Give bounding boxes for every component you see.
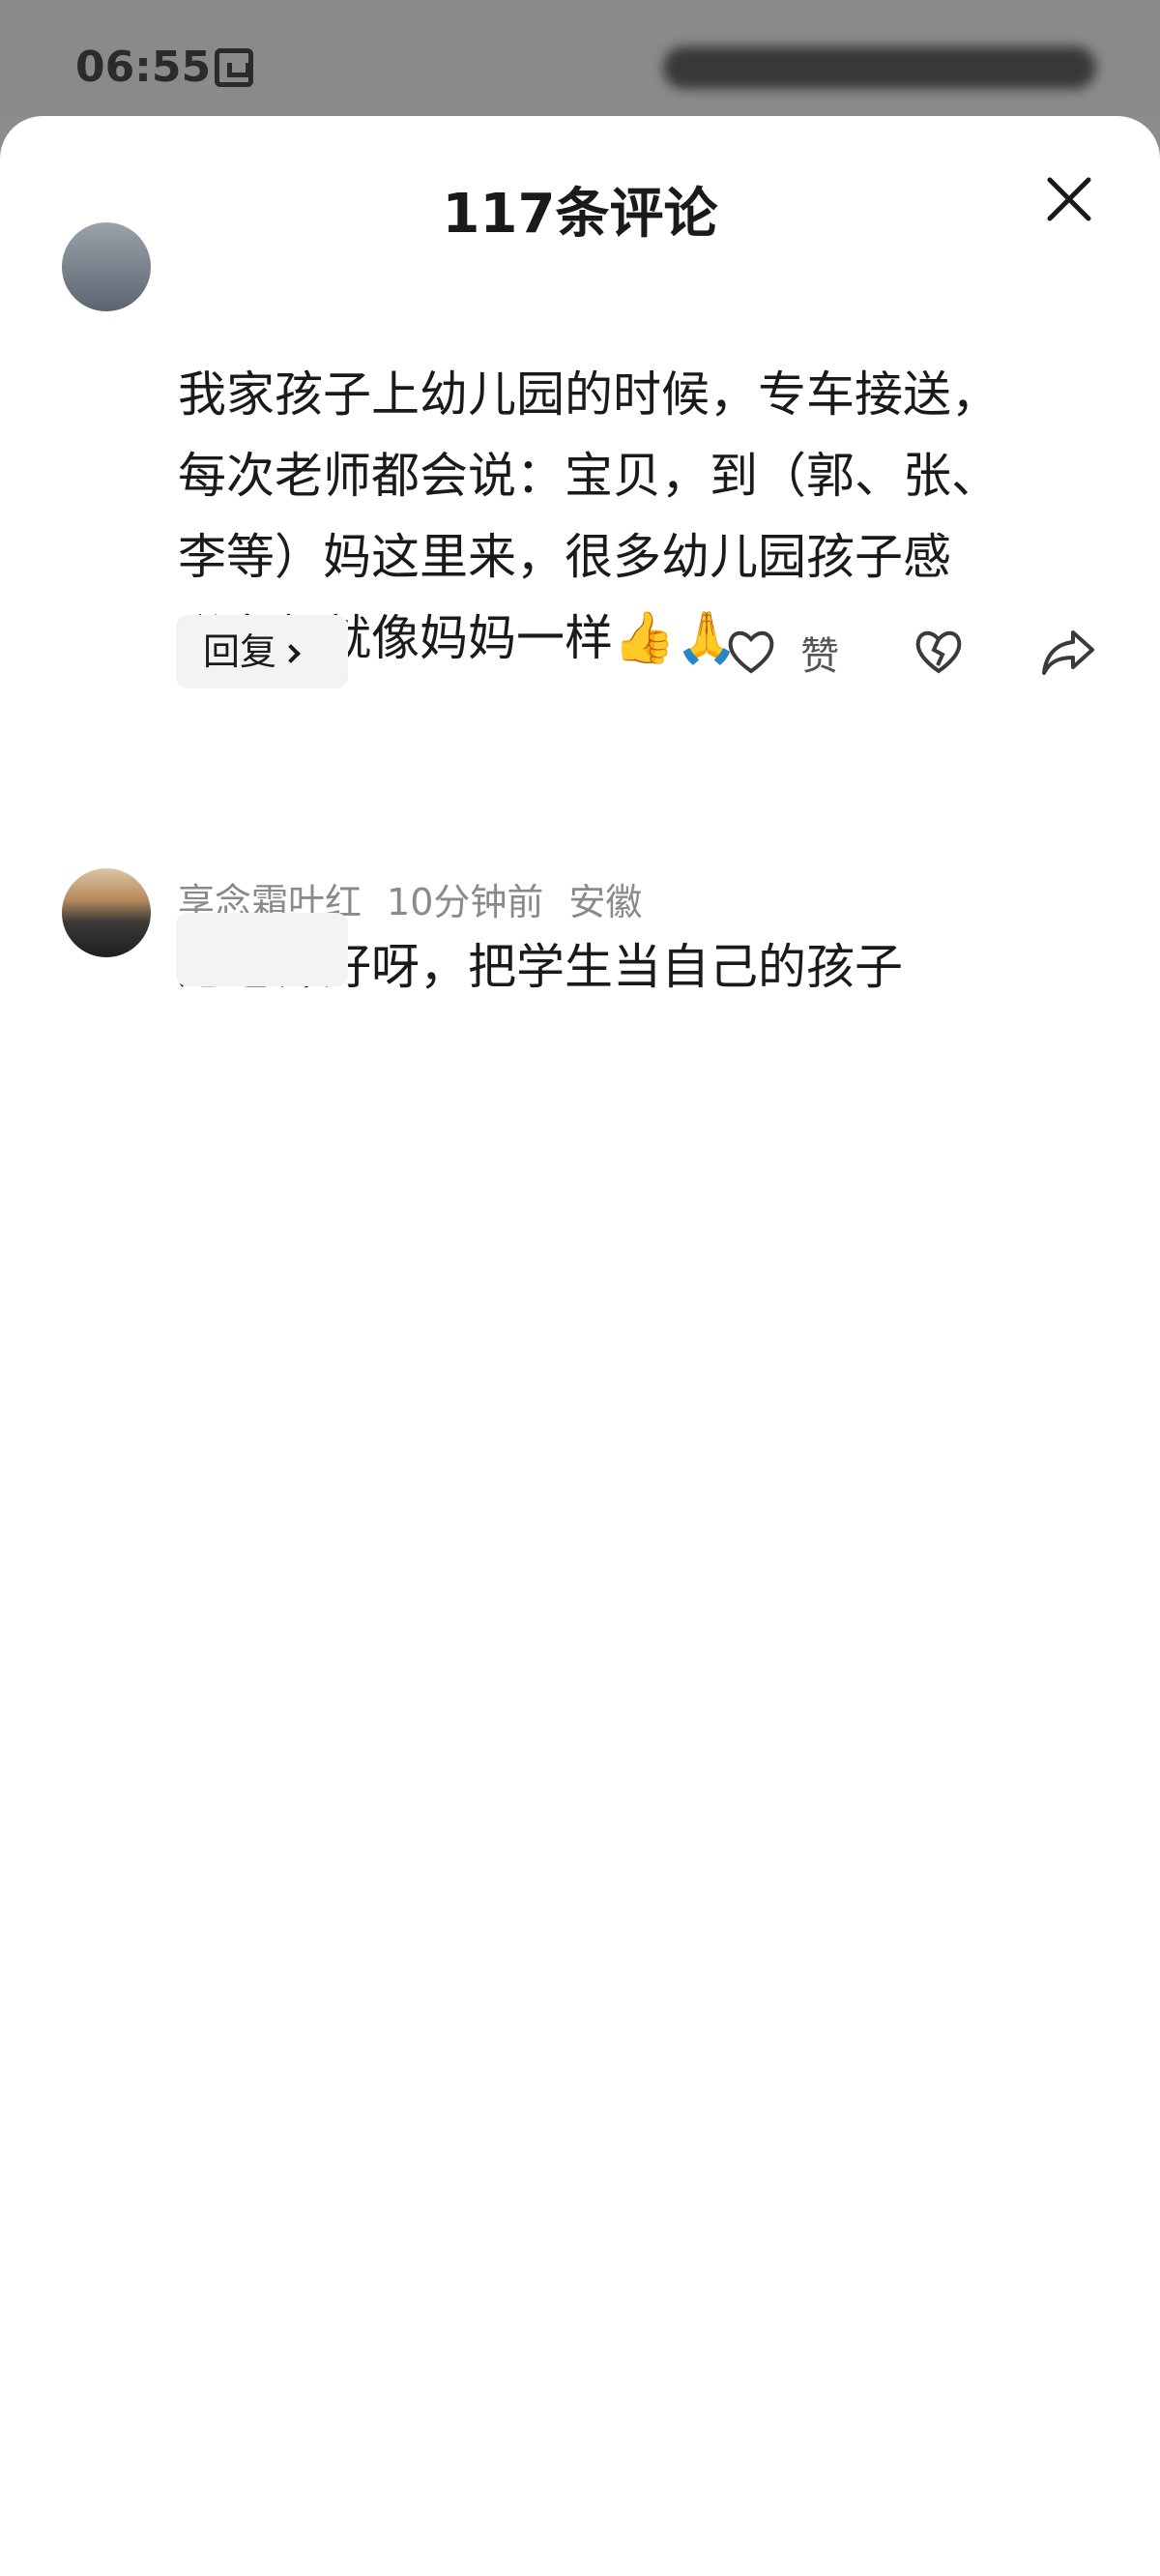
like-heart-icon[interactable] [725, 623, 777, 681]
notification-app-icon [215, 48, 253, 87]
comment-location: 安徽 [568, 881, 643, 923]
sheet-title: 117条评论 [442, 183, 718, 246]
like-label: 赞 [800, 634, 839, 679]
comment-emoji: 👍🙏 [613, 609, 739, 667]
dislike-broken-heart-icon[interactable] [913, 623, 965, 681]
status-bar: 06:55 [0, 0, 1160, 116]
reply-button[interactable]: 回复 [176, 615, 348, 688]
chevron-right-icon [281, 644, 301, 663]
reply-button[interactable] [176, 913, 348, 986]
status-icons-blurred [663, 46, 1096, 89]
close-icon[interactable] [1044, 174, 1094, 224]
avatar[interactable] [62, 222, 151, 311]
share-icon[interactable] [1040, 623, 1096, 681]
comment-time: 10分钟前 [387, 881, 544, 923]
comments-sheet: 117条评论 我家孩子上幼儿园的时候，专车接送， 每次老师都会说：宝贝，到（郭、… [0, 116, 1160, 2576]
status-time: 06:55 [75, 43, 212, 92]
avatar[interactable] [62, 868, 151, 957]
